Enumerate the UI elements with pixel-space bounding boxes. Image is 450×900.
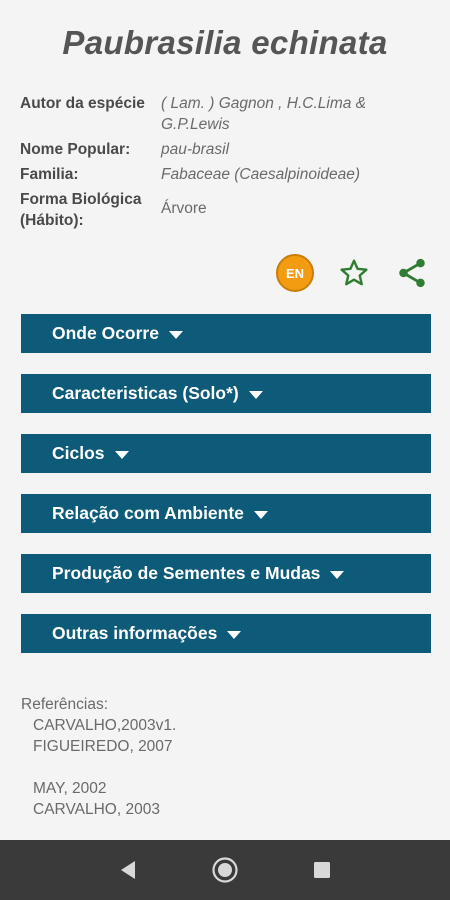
section-label: Caracteristicas (Solo*) <box>52 383 239 403</box>
chevron-down-icon <box>330 570 345 579</box>
family-label: Familia: <box>20 166 79 183</box>
action-bar: EN <box>276 254 430 292</box>
recents-square-icon <box>313 862 330 878</box>
chevron-down-icon <box>114 450 129 459</box>
biological-form-row: Forma Biológica (Hábito): Árvore <box>20 189 430 231</box>
family-value: Fabaceae (Caesalpinoideae) <box>161 166 361 183</box>
share-icon <box>399 258 425 288</box>
home-button[interactable] <box>205 850 245 890</box>
reference-item: FIGUEIREDO, 2007 <box>33 738 173 755</box>
biological-form-label: Forma Biológica (Hábito): <box>20 191 142 229</box>
family-row: Familia: Fabaceae (Caesalpinoideae) <box>20 164 430 185</box>
section-label: Produção de Sementes e Mudas <box>52 563 321 583</box>
section-relacao-ambiente[interactable]: Relação com Ambiente <box>21 494 431 533</box>
section-caracteristicas[interactable]: Caracteristicas (Solo*) <box>21 374 431 413</box>
share-button[interactable] <box>394 255 430 291</box>
section-producao-sementes[interactable]: Produção de Sementes e Mudas <box>21 554 431 593</box>
home-circle-icon <box>212 857 238 883</box>
section-list: Onde Ocorre Caracteristicas (Solo*) Cicl… <box>21 314 431 674</box>
system-navigation-bar <box>0 840 450 900</box>
section-onde-ocorre[interactable]: Onde Ocorre <box>21 314 431 353</box>
reference-item: CARVALHO, 2003 <box>33 801 160 818</box>
biological-form-value: Árvore <box>161 200 207 217</box>
author-row: Autor da espécie ( Lam. ) Gagnon , H.C.L… <box>20 93 430 135</box>
reference-item: MAY, 2002 <box>33 780 107 797</box>
chevron-down-icon <box>248 390 263 399</box>
popular-name-row: Nome Popular: pau-brasil <box>20 139 430 160</box>
favorite-button[interactable] <box>336 255 372 291</box>
author-value: ( Lam. ) Gagnon , H.C.Lima & G.P.Lewis <box>161 95 367 133</box>
section-label: Outras informações <box>52 623 218 643</box>
star-outline-icon <box>340 259 368 286</box>
section-label: Relação com Ambiente <box>52 503 244 523</box>
back-button[interactable] <box>108 850 148 890</box>
popular-name-label: Nome Popular: <box>20 141 131 158</box>
language-toggle-button[interactable]: EN <box>276 254 314 292</box>
popular-name-value: pau-brasil <box>161 141 230 158</box>
section-ciclos[interactable]: Ciclos <box>21 434 431 473</box>
recents-button[interactable] <box>302 850 342 890</box>
back-triangle-icon <box>121 861 136 879</box>
species-title: Paubrasilia echinata <box>62 24 388 61</box>
reference-item: CARVALHO,2003v1. <box>33 717 177 734</box>
chevron-down-icon <box>227 630 242 639</box>
section-label: Onde Ocorre <box>52 323 159 343</box>
section-outras-informacoes[interactable]: Outras informações <box>21 614 431 653</box>
species-info: Autor da espécie ( Lam. ) Gagnon , H.C.L… <box>20 93 430 235</box>
chevron-down-icon <box>253 510 268 519</box>
section-label: Ciclos <box>52 443 105 463</box>
chevron-down-icon <box>168 330 183 339</box>
author-label: Autor da espécie <box>20 95 145 112</box>
references: Referências: CARVALHO,2003v1. FIGUEIREDO… <box>21 694 176 820</box>
references-title: Referências: <box>21 696 109 713</box>
